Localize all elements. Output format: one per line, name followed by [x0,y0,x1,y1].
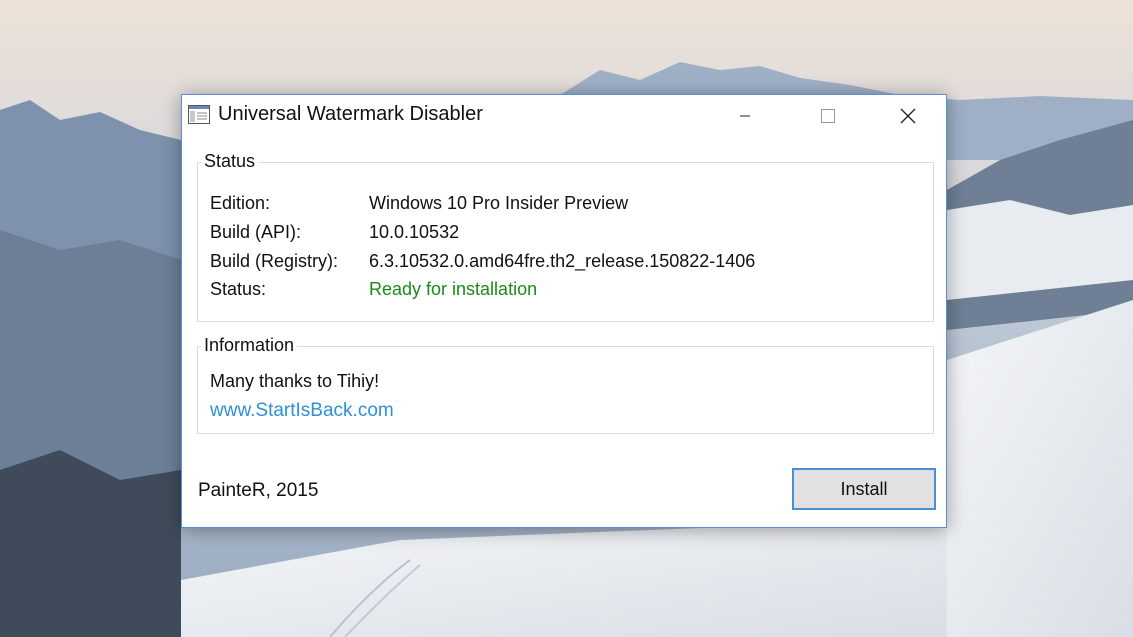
status-value: Ready for installation [369,279,538,299]
edition-value: Windows 10 Pro Insider Preview [369,193,629,213]
app-window: Universal Watermark Disabler Status Edit… [181,94,947,528]
build-registry-label: Build (Registry): [210,251,339,271]
close-icon [900,108,916,124]
thanks-text: Many thanks to Tihiy! [210,371,380,391]
minimize-icon [740,115,750,117]
window-title: Universal Watermark Disabler [218,103,483,125]
status-label: Status: [210,279,267,299]
edition-label: Edition: [210,193,271,213]
minimize-button[interactable] [722,95,768,137]
build-api-label: Build (API): [210,222,302,242]
title-bar[interactable]: Universal Watermark Disabler [182,95,946,137]
install-button[interactable]: Install [792,468,936,510]
build-registry-value: 6.3.10532.0.amd64fre.th2_release.150822-… [369,251,756,271]
status-groupbox [197,162,934,322]
author-text: PainteR, 2015 [198,480,319,501]
build-api-value: 10.0.10532 [369,222,460,242]
status-legend: Status [201,151,259,172]
maximize-icon [821,109,835,123]
information-legend: Information [201,335,298,356]
window-app-icon [188,105,210,124]
maximize-button[interactable] [804,95,850,137]
startisback-link[interactable]: www.StartIsBack.com [210,400,394,422]
close-button[interactable] [884,95,930,137]
